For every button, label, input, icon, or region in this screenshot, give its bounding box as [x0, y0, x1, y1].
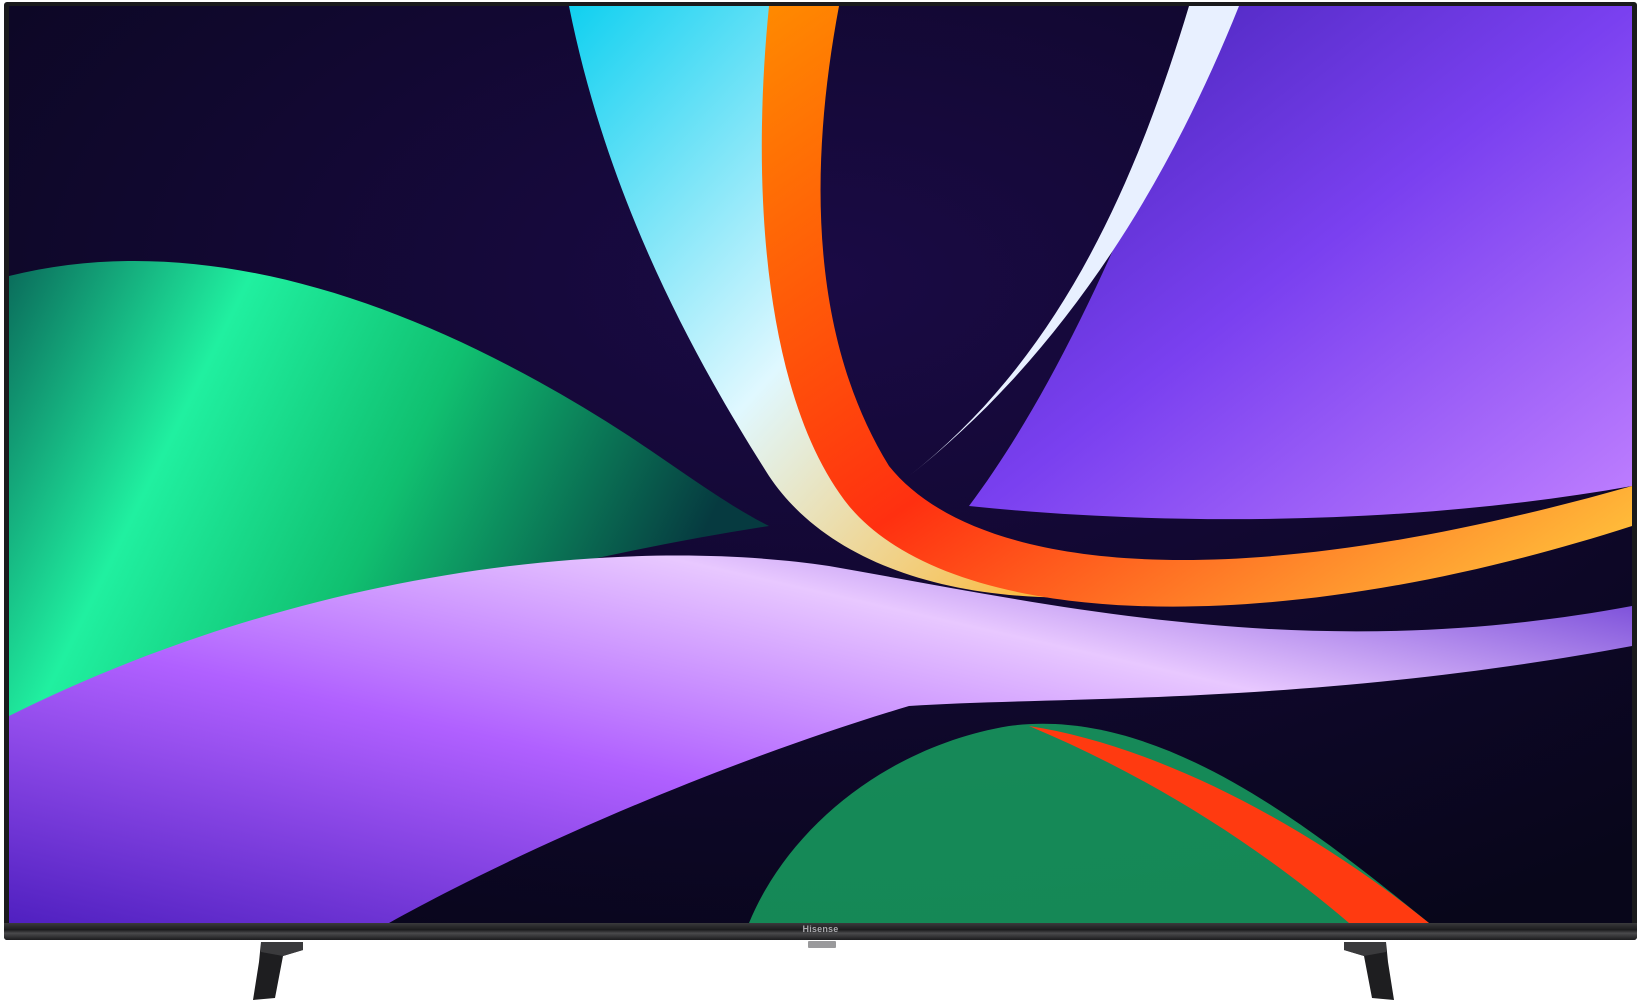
stand-foot-left	[253, 942, 305, 1000]
stand-foot-right	[1342, 942, 1394, 1000]
ir-sensor	[808, 941, 836, 948]
brand-logo: Hisense	[802, 924, 839, 934]
television: Hisense	[4, 2, 1637, 942]
tv-screen	[9, 6, 1632, 923]
wallpaper-abstract-ribbons	[9, 6, 1632, 923]
bezel-bottom-bar: Hisense	[4, 923, 1637, 940]
